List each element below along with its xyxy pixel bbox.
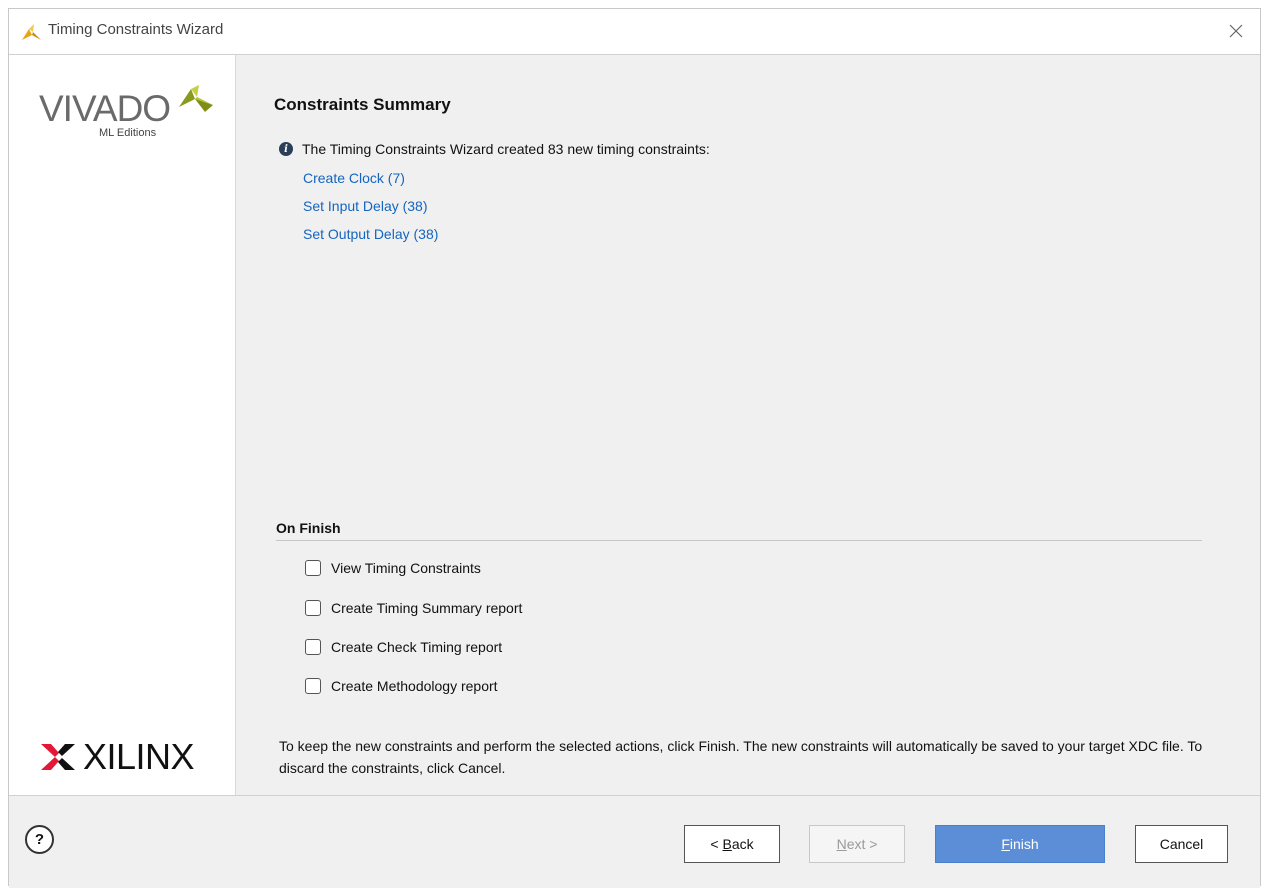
link-set-input-delay[interactable]: Set Input Delay (38) (303, 198, 428, 214)
vivado-logo-text: VIVADO (39, 88, 171, 129)
page-title: Constraints Summary (274, 95, 451, 114)
option-create-methodology[interactable]: Create Methodology report (305, 678, 498, 694)
checkbox[interactable] (305, 678, 321, 694)
back-prefix: < (710, 836, 723, 852)
back-button[interactable]: < Back (684, 825, 780, 863)
info-text: The Timing Constraints Wizard created 83… (302, 141, 710, 157)
option-create-check-timing[interactable]: Create Check Timing report (305, 639, 502, 655)
xilinx-logo-text: XILINX (83, 736, 195, 777)
finish-mnemonic: F (1001, 836, 1010, 852)
option-label: View Timing Constraints (331, 560, 481, 576)
link-set-output-delay[interactable]: Set Output Delay (38) (303, 226, 438, 242)
close-button[interactable] (1220, 16, 1252, 46)
option-view-timing-constraints[interactable]: View Timing Constraints (305, 560, 481, 576)
help-button[interactable]: ? (25, 825, 54, 854)
wizard-sidebar: VIVADO ML Editions XILINX (9, 55, 236, 795)
checkbox[interactable] (305, 600, 321, 616)
on-finish-heading: On Finish (276, 520, 341, 536)
wizard-window: Timing Constraints Wizard VIVADO ML Edit… (8, 8, 1261, 888)
option-label: Create Methodology report (331, 678, 498, 694)
wizard-content: Constraints Summary i The Timing Constra… (236, 55, 1260, 795)
window-title: Timing Constraints Wizard (48, 21, 224, 38)
next-button[interactable]: Next > (809, 825, 905, 863)
close-icon (1229, 24, 1243, 38)
finish-button[interactable]: Finish (935, 825, 1105, 863)
option-label: Create Check Timing report (331, 639, 503, 655)
info-message: i The Timing Constraints Wizard created … (279, 141, 710, 157)
info-icon: i (279, 142, 293, 156)
xilinx-mark-icon (41, 744, 75, 770)
back-mnemonic: B (722, 836, 732, 852)
checkbox[interactable] (305, 560, 321, 576)
option-create-timing-summary[interactable]: Create Timing Summary report (305, 600, 522, 616)
finish-rest: inish (1009, 836, 1039, 852)
xilinx-logo: XILINX (41, 736, 195, 777)
next-rest: ext > (846, 836, 878, 852)
vivado-leaf-icon (179, 85, 213, 112)
cancel-button[interactable]: Cancel (1135, 825, 1228, 863)
instructions-text: To keep the new constraints and perform … (279, 738, 1203, 776)
section-divider (276, 540, 1202, 541)
next-mnemonic: N (836, 836, 847, 852)
link-create-clock[interactable]: Create Clock (7) (303, 170, 405, 186)
title-bar: Timing Constraints Wizard (9, 9, 1260, 55)
button-bar: ? < Back Next > Finish Cancel (9, 795, 1260, 888)
checkbox[interactable] (305, 639, 321, 655)
vivado-app-icon (22, 24, 41, 40)
vivado-logo: VIVADO ML Editions (39, 85, 213, 139)
back-rest: ack (731, 836, 754, 852)
help-icon: ? (34, 831, 45, 848)
option-label: Create Timing Summary report (331, 600, 523, 616)
